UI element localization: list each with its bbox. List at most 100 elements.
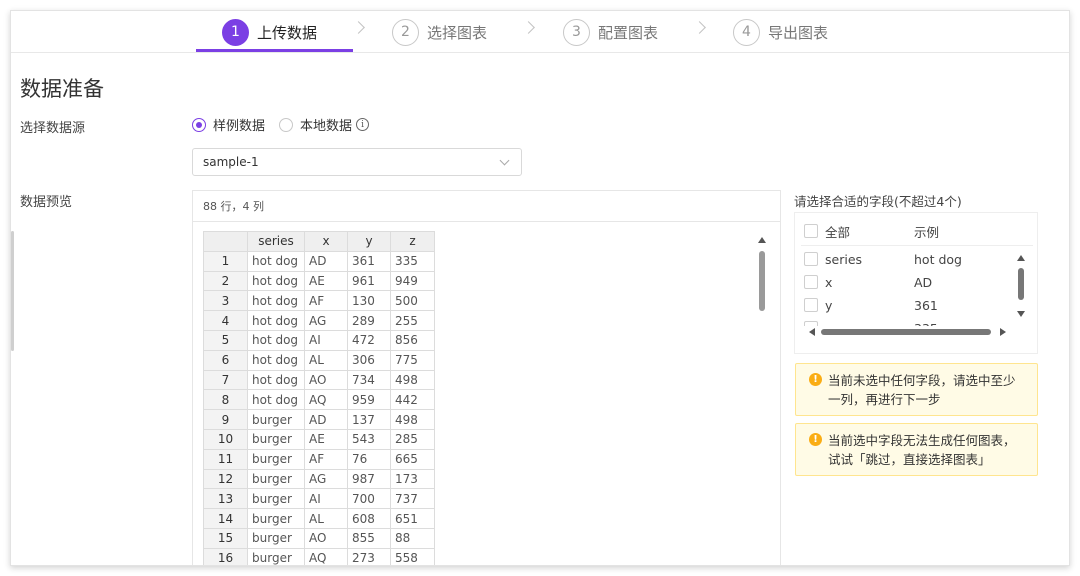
field-item-y[interactable]: y 361 (804, 298, 1014, 313)
table-cell: AI (304, 329, 348, 351)
table-row: 6 hot dog AL 306 775 (203, 349, 435, 371)
step-number: 1 (222, 18, 249, 46)
column-header: z (390, 231, 435, 252)
step-label: 上传数据 (257, 23, 318, 42)
table-cell: AL (304, 508, 348, 529)
table-cell: AF (304, 448, 348, 470)
field-example: hot dog (914, 251, 962, 267)
row-index: 12 (203, 468, 248, 490)
field-example: AD (914, 274, 933, 290)
row-index: 6 (203, 349, 248, 371)
sample-select-value: sample-1 (203, 155, 259, 169)
table-cell: 961 (347, 270, 391, 292)
table-cell: 775 (390, 349, 435, 371)
side-handle[interactable] (11, 231, 14, 351)
alert-text: 当前选中字段无法生成任何图表，试试「跳过，直接选择图表」 (828, 433, 1016, 467)
table-cell: AG (304, 468, 348, 490)
scroll-down-arrow-icon[interactable] (1017, 311, 1025, 317)
table-cell: hot dog (247, 389, 305, 411)
table-scrollbar[interactable] (757, 237, 767, 565)
scroll-thumb[interactable] (821, 329, 991, 335)
scroll-thumb[interactable] (1018, 268, 1024, 300)
scroll-up-arrow-icon[interactable] (758, 237, 766, 243)
step-upload-data[interactable]: 1 上传数据 (222, 14, 317, 50)
table-cell: AQ (304, 389, 348, 411)
table-cell: AD (304, 409, 348, 430)
table-row: 10 burger AE 543 285 (203, 428, 435, 450)
table-cell: AO (304, 369, 348, 391)
table-cell: 734 (347, 369, 391, 391)
step-number: 4 (733, 18, 760, 46)
field-item-z[interactable]: z 335 (804, 321, 1014, 326)
table-cell: 306 (347, 349, 391, 371)
scroll-up-arrow-icon[interactable] (1017, 255, 1025, 261)
table-cell: burger (247, 547, 305, 565)
field-example: 335 (914, 321, 938, 327)
table-cell: hot dog (247, 369, 305, 391)
table-cell: 498 (390, 409, 435, 430)
stepper: 1 上传数据 2 选择图表 3 配置图表 4 导出图表 (11, 11, 1069, 53)
table-cell: burger (247, 508, 305, 529)
scroll-left-arrow-icon[interactable] (809, 328, 815, 336)
alert-text: 当前未选中任何字段，请选中至少一列，再进行下一步 (828, 373, 1016, 407)
field-list-vscroll[interactable] (1016, 253, 1026, 323)
local-data-radio[interactable] (279, 117, 294, 132)
table-cell: burger (247, 527, 305, 549)
row-index: 11 (203, 448, 248, 470)
table-row: 16 burger AQ 273 558 (203, 547, 435, 565)
app-window: 1 上传数据 2 选择图表 3 配置图表 4 导出图表 数据准备 选择数据源 样… (10, 10, 1070, 566)
data-preview-label: 数据预览 (20, 195, 73, 210)
table-cell: hot dog (247, 310, 305, 331)
step-export-chart[interactable]: 4 导出图表 (733, 14, 828, 50)
step-select-chart[interactable]: 2 选择图表 (392, 14, 487, 50)
table-cell: burger (247, 409, 305, 430)
table-cell: 255 (390, 310, 435, 331)
local-data-label[interactable]: 本地数据 (300, 115, 352, 134)
no-chart-available-alert: ! 当前选中字段无法生成任何图表，试试「跳过，直接选择图表」 (795, 423, 1038, 476)
field-checkbox[interactable] (804, 252, 818, 266)
table-row: 9 burger AD 137 498 (203, 409, 435, 430)
step-number: 3 (563, 18, 590, 46)
sample-select[interactable]: sample-1 (192, 148, 522, 176)
table-cell: AE (304, 428, 348, 450)
row-index: 2 (203, 270, 248, 292)
row-index: 1 (203, 250, 248, 272)
data-source-radio-group: 样例数据 本地数据 i (192, 115, 370, 134)
row-index: 16 (203, 547, 248, 565)
table-cell: 665 (390, 448, 435, 470)
table-cell: 137 (347, 409, 391, 430)
table-cell: 361 (347, 250, 391, 272)
info-icon[interactable]: i (356, 118, 370, 131)
field-name: z (825, 321, 832, 327)
table-cell: burger (247, 468, 305, 490)
sample-data-radio[interactable] (192, 117, 206, 132)
table-cell: hot dog (247, 250, 305, 272)
row-index: 10 (203, 428, 248, 450)
field-list: series hot dog x AD y 361 z 335 (795, 246, 1015, 326)
field-item-series[interactable]: series hot dog (804, 251, 1014, 267)
table-cell: 273 (347, 547, 391, 565)
table-cell: hot dog (247, 329, 305, 351)
warning-icon: ! (809, 373, 822, 386)
field-item-x[interactable]: x AD (804, 274, 1014, 290)
field-checkbox[interactable] (804, 321, 818, 326)
select-all-checkbox[interactable] (804, 224, 818, 238)
page-title: 数据准备 (20, 77, 104, 101)
warning-icon: ! (809, 433, 822, 446)
step-label: 配置图表 (598, 23, 659, 42)
table-cell: 856 (390, 329, 435, 351)
scroll-right-arrow-icon[interactable] (1000, 328, 1006, 336)
table-cell: burger (247, 428, 305, 450)
row-index: 14 (203, 508, 248, 529)
table-cell: AI (304, 488, 348, 510)
scroll-thumb[interactable] (759, 251, 765, 311)
table-row: 11 burger AF 76 665 (203, 448, 435, 470)
field-checkbox[interactable] (804, 275, 818, 289)
step-configure-chart[interactable]: 3 配置图表 (563, 14, 658, 50)
field-list-hscroll[interactable] (809, 327, 1009, 337)
table-cell: 700 (347, 488, 391, 510)
table-row: 14 burger AL 608 651 (203, 508, 435, 529)
field-checkbox[interactable] (804, 298, 818, 312)
sample-data-label[interactable]: 样例数据 (213, 115, 265, 134)
active-step-indicator (196, 49, 353, 52)
